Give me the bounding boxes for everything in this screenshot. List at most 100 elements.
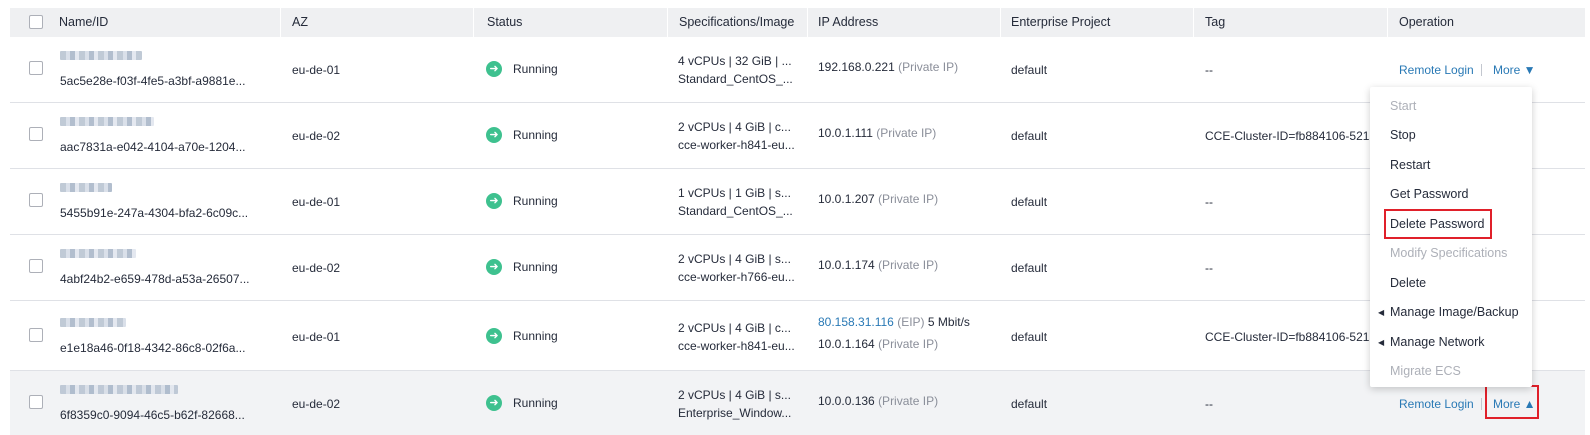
status-text: Running: [513, 128, 558, 142]
table-header: Name/ID AZ Status Specifications/Image I…: [10, 8, 1585, 37]
col-header-spec-image[interactable]: Specifications/Image: [679, 8, 794, 37]
tag-value: CCE-Cluster-ID=fb884106-521...: [1205, 129, 1380, 143]
delete-password-highlight: [1384, 209, 1492, 239]
menu-item-modify-specifications[interactable]: Modify Specifications: [1390, 246, 1507, 260]
menu-item-start[interactable]: Start: [1390, 99, 1416, 113]
row-checkbox[interactable]: [29, 395, 43, 409]
row-checkbox[interactable]: [29, 259, 43, 273]
enterprise-project: default: [1011, 330, 1048, 344]
instance-name-redacted[interactable]: [60, 117, 154, 126]
instance-name-redacted[interactable]: [60, 51, 142, 60]
instance-id: 4abf24b2-e659-478d-a53a-26507...: [60, 272, 250, 286]
remote-login-link[interactable]: Remote Login: [1399, 63, 1474, 77]
spec-summary: 2 vCPUs | 4 GiB | s...: [678, 252, 791, 266]
row-checkbox[interactable]: [29, 127, 43, 141]
instance-id: 5ac5e28e-f03f-4fe5-a3bf-a9881e...: [60, 74, 246, 88]
image-name: Enterprise_Window...: [678, 406, 792, 420]
table-row: 4abf24b2-e659-478d-a53a-26507... eu-de-0…: [10, 235, 1585, 301]
status-text: Running: [513, 260, 558, 274]
spec-summary: 2 vCPUs | 4 GiB | s...: [678, 388, 791, 402]
instance-id: aac7831a-e042-4104-a70e-1204...: [60, 140, 246, 154]
menu-item-get-password[interactable]: Get Password: [1390, 187, 1469, 201]
running-status-icon: ➜: [486, 328, 502, 344]
spec-summary: 4 vCPUs | 32 GiB | ...: [678, 54, 792, 68]
ip-address: 10.0.1.111 (Private IP): [818, 126, 937, 140]
instance-id: 6f8359c0-9094-46c5-b62f-82668...: [60, 408, 245, 422]
running-status-icon: ➜: [486, 259, 502, 275]
col-header-az[interactable]: AZ: [292, 8, 308, 37]
instance-id: 5455b91e-247a-4304-bfa2-6c09c...: [60, 206, 249, 220]
az-value: eu-de-02: [292, 129, 341, 143]
select-all-checkbox[interactable]: [29, 15, 43, 29]
eip-link[interactable]: 80.158.31.116: [818, 315, 894, 329]
more-button-highlight: [1485, 385, 1539, 419]
enterprise-project: default: [1011, 63, 1048, 77]
menu-item-manage-network[interactable]: Manage Network: [1390, 335, 1485, 349]
tag-value: --: [1205, 195, 1213, 209]
ecs-table: Name/ID AZ Status Specifications/Image I…: [10, 8, 1585, 435]
submenu-arrow-icon: ◀: [1378, 308, 1385, 317]
running-status-icon: ➜: [486, 395, 502, 411]
spec-summary: 1 vCPUs | 1 GiB | s...: [678, 186, 791, 200]
spec-summary: 2 vCPUs | 4 GiB | c...: [678, 321, 791, 335]
col-header-status[interactable]: Status: [487, 8, 522, 37]
more-dropdown-button[interactable]: More ▼: [1493, 63, 1536, 77]
menu-item-stop[interactable]: Stop: [1390, 128, 1416, 142]
running-status-icon: ➜: [486, 61, 502, 77]
running-status-icon: ➜: [486, 127, 502, 143]
az-value: eu-de-01: [292, 330, 341, 344]
tag-value: --: [1205, 261, 1213, 275]
menu-item-restart[interactable]: Restart: [1390, 158, 1430, 172]
image-name: Standard_CentOS_...: [678, 72, 793, 86]
enterprise-project: default: [1011, 195, 1048, 209]
menu-item-migrate-ecs[interactable]: Migrate ECS: [1390, 364, 1461, 378]
instance-name-redacted[interactable]: [60, 318, 126, 327]
menu-item-manage-image-backup[interactable]: Manage Image/Backup: [1390, 305, 1519, 319]
col-header-enterprise-project[interactable]: Enterprise Project: [1011, 8, 1110, 37]
az-value: eu-de-01: [292, 63, 341, 77]
table-row: e1e18a46-0f18-4342-86c8-02f6a... eu-de-0…: [10, 301, 1585, 371]
az-value: eu-de-01: [292, 195, 341, 209]
status-text: Running: [513, 194, 558, 208]
spec-summary: 2 vCPUs | 4 GiB | c...: [678, 120, 791, 134]
more-dropdown-menu: Start Stop Restart Get Password Delete P…: [1370, 87, 1532, 387]
image-name: cce-worker-h841-eu...: [678, 138, 795, 152]
image-name: Standard_CentOS_...: [678, 204, 793, 218]
instance-id: e1e18a46-0f18-4342-86c8-02f6a...: [60, 341, 246, 355]
enterprise-project: default: [1011, 129, 1048, 143]
table-row: aac7831a-e042-4104-a70e-1204... eu-de-02…: [10, 103, 1585, 169]
ip-address: 192.168.0.221 (Private IP): [818, 60, 959, 74]
instance-name-redacted[interactable]: [60, 385, 178, 394]
tag-value: --: [1205, 397, 1213, 411]
tag-value: --: [1205, 63, 1213, 77]
submenu-arrow-icon: ◀: [1378, 338, 1385, 347]
menu-item-delete[interactable]: Delete: [1390, 276, 1426, 290]
row-checkbox[interactable]: [29, 193, 43, 207]
status-text: Running: [513, 329, 558, 343]
table-row: 5ac5e28e-f03f-4fe5-a3bf-a9881e... eu-de-…: [10, 37, 1585, 103]
az-value: eu-de-02: [292, 261, 341, 275]
ip-address: 10.0.1.207 (Private IP): [818, 192, 939, 206]
private-ip-address: 10.0.1.164 (Private IP): [818, 337, 939, 351]
tag-value: CCE-Cluster-ID=fb884106-521...: [1205, 330, 1380, 344]
table-row: 5455b91e-247a-4304-bfa2-6c09c... eu-de-0…: [10, 169, 1585, 235]
eip-address: 80.158.31.116 (EIP) 5 Mbit/s: [818, 315, 970, 329]
col-header-name-id[interactable]: Name/ID: [59, 8, 108, 37]
remote-login-link[interactable]: Remote Login: [1399, 397, 1474, 411]
enterprise-project: default: [1011, 397, 1048, 411]
enterprise-project: default: [1011, 261, 1048, 275]
image-name: cce-worker-h841-eu...: [678, 339, 795, 353]
status-text: Running: [513, 62, 558, 76]
row-checkbox[interactable]: [29, 328, 43, 342]
status-text: Running: [513, 396, 558, 410]
instance-name-redacted[interactable]: [60, 249, 136, 258]
col-header-ip-address[interactable]: IP Address: [818, 8, 878, 37]
table-row: 6f8359c0-9094-46c5-b62f-82668... eu-de-0…: [10, 371, 1585, 435]
ip-address: 10.0.0.136 (Private IP): [818, 394, 939, 408]
ip-address: 10.0.1.174 (Private IP): [818, 258, 939, 272]
col-header-tag[interactable]: Tag: [1205, 8, 1225, 37]
row-checkbox[interactable]: [29, 61, 43, 75]
instance-name-redacted[interactable]: [60, 183, 112, 192]
az-value: eu-de-02: [292, 397, 341, 411]
col-header-operation: Operation: [1399, 15, 1454, 29]
